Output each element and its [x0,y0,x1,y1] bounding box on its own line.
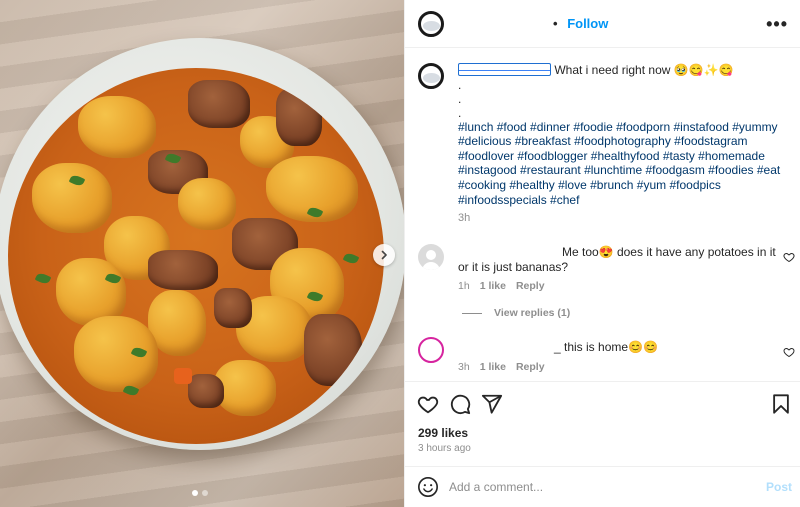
commenter-avatar[interactable] [418,244,444,270]
emoji-icon[interactable] [417,476,439,498]
more-options-icon[interactable]: ••• [766,14,788,35]
bookmark-icon[interactable] [770,393,792,415]
herb [34,271,52,286]
heart-icon[interactable] [783,251,795,263]
meat-chunk [148,250,218,290]
comment-input[interactable] [449,477,749,497]
carousel-dot-active [192,490,198,496]
comment-body: Me too😍 does it have any potatoes in it … [458,245,776,274]
meat-chunk [214,288,252,328]
caption-spacer-dots: . . . [458,78,788,120]
post-header: • Follow ••• [405,0,800,48]
post-caption: What i need right now 🥹😋✨😋 . . . #lunch … [458,63,788,226]
author-avatar[interactable] [418,11,444,37]
comment-likes[interactable]: 1 like [480,280,506,292]
post-photo[interactable] [0,0,404,507]
caption-time[interactable]: 3h [458,211,788,226]
follow-area: • Follow [553,16,608,31]
view-replies-label: View replies (1) [494,307,571,319]
meat-chunk [304,314,362,386]
chevron-right-icon [381,250,387,260]
replies-line [462,312,482,314]
comment-icon[interactable] [449,393,471,415]
posted-time[interactable]: 3 hours ago [418,443,471,454]
likes-count[interactable]: 299 likes [418,426,468,440]
caption-dot: . [458,105,462,120]
comment-body: _ this is home😊😊 [554,340,658,354]
comment-meta: 1h 1 like Reply [458,280,545,292]
caption-text: What i need right now 🥹😋✨😋 [554,63,734,77]
carousel-dot [202,490,208,496]
comment-time[interactable]: 1h [458,280,470,292]
post-panel: • Follow ••• What i need right now 🥹😋✨😋 … [404,0,800,507]
reply-button[interactable]: Reply [516,280,545,292]
comments-scroll-area[interactable]: What i need right now 🥹😋✨😋 . . . #lunch … [405,49,800,380]
caption-author-avatar[interactable] [418,63,444,89]
separator-dot: • [553,16,558,31]
stew [8,68,384,444]
caption-dot: . [458,91,462,106]
carousel-dots [192,490,208,496]
reply-button[interactable]: Reply [516,361,545,373]
comment-likes[interactable]: 1 like [480,361,506,373]
plantain-chunk [32,163,112,233]
add-comment-bar: Post [405,466,800,507]
plantain-chunk [178,178,236,230]
comment-text: _ this is home😊😊 [458,340,776,355]
heart-icon[interactable] [783,346,795,358]
caption-dot: . [458,77,462,92]
herb [342,251,360,266]
follow-button[interactable]: Follow [567,16,608,31]
meat-chunk [276,88,322,146]
meat-chunk [188,374,224,408]
comment-text: Me too😍 does it have any potatoes in it … [458,245,776,275]
carrot-piece [174,368,192,384]
comment-meta: 3h 1 like Reply [458,361,545,373]
meat-chunk [188,80,250,128]
caption-hashtags[interactable]: #lunch #food #dinner #foodie #foodporn #… [458,120,788,208]
share-icon[interactable] [481,393,503,415]
post-comment-button[interactable]: Post [766,480,792,494]
redacted-username[interactable] [458,63,551,76]
comment-time[interactable]: 3h [458,361,470,373]
action-bar: 299 likes 3 hours ago [405,381,800,465]
next-photo-button[interactable] [373,244,395,266]
commenter-avatar[interactable] [418,337,444,363]
view-replies-button[interactable]: View replies (1) [462,307,570,319]
plantain-chunk [78,96,156,158]
heart-icon[interactable] [417,393,439,415]
